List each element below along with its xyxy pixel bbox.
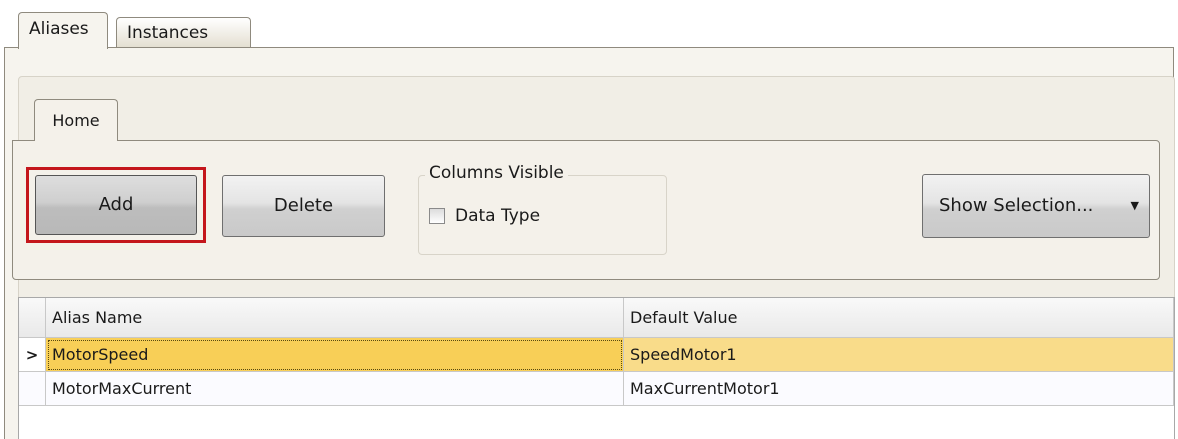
add-button[interactable]: Add <box>35 175 197 235</box>
alias-grid: Alias Name Default Value > MotorSpeed Sp… <box>18 297 1175 439</box>
tab-instances[interactable]: Instances <box>116 17 251 48</box>
chevron-down-icon[interactable]: ▼ <box>1131 175 1139 237</box>
column-header-alias-name[interactable]: Alias Name <box>46 298 624 338</box>
row-header-corner <box>19 298 46 338</box>
ribbon-tab-home[interactable]: Home <box>34 99 118 141</box>
show-selection-button[interactable]: Show Selection... ▼ <box>922 174 1150 238</box>
table-row[interactable]: > MotorSpeed SpeedMotor1 <box>19 338 1174 372</box>
data-type-label: Data Type <box>455 206 541 226</box>
columns-visible-title: Columns Visible <box>425 163 568 183</box>
default-value-cell[interactable]: SpeedMotor1 <box>624 338 1174 372</box>
table-row[interactable]: MotorMaxCurrent MaxCurrentMotor1 <box>19 372 1174 406</box>
row-selector[interactable]: > <box>19 338 46 372</box>
default-value-cell[interactable]: MaxCurrentMotor1 <box>624 372 1174 406</box>
row-selector[interactable] <box>19 372 46 406</box>
data-type-checkbox[interactable] <box>429 208 445 224</box>
grid-header-row: Alias Name Default Value <box>19 298 1174 338</box>
columns-visible-group: Columns Visible Data Type <box>418 163 667 255</box>
alias-name-cell[interactable]: MotorMaxCurrent <box>46 372 624 406</box>
tab-aliases[interactable]: Aliases <box>18 12 108 49</box>
data-type-option[interactable]: Data Type <box>429 206 540 226</box>
alias-name-cell[interactable]: MotorSpeed <box>46 338 624 372</box>
delete-button[interactable]: Delete <box>222 175 385 237</box>
show-selection-label: Show Selection... <box>939 195 1094 216</box>
current-row-arrow-icon: > <box>25 346 39 364</box>
column-header-default-value[interactable]: Default Value <box>624 298 1174 338</box>
